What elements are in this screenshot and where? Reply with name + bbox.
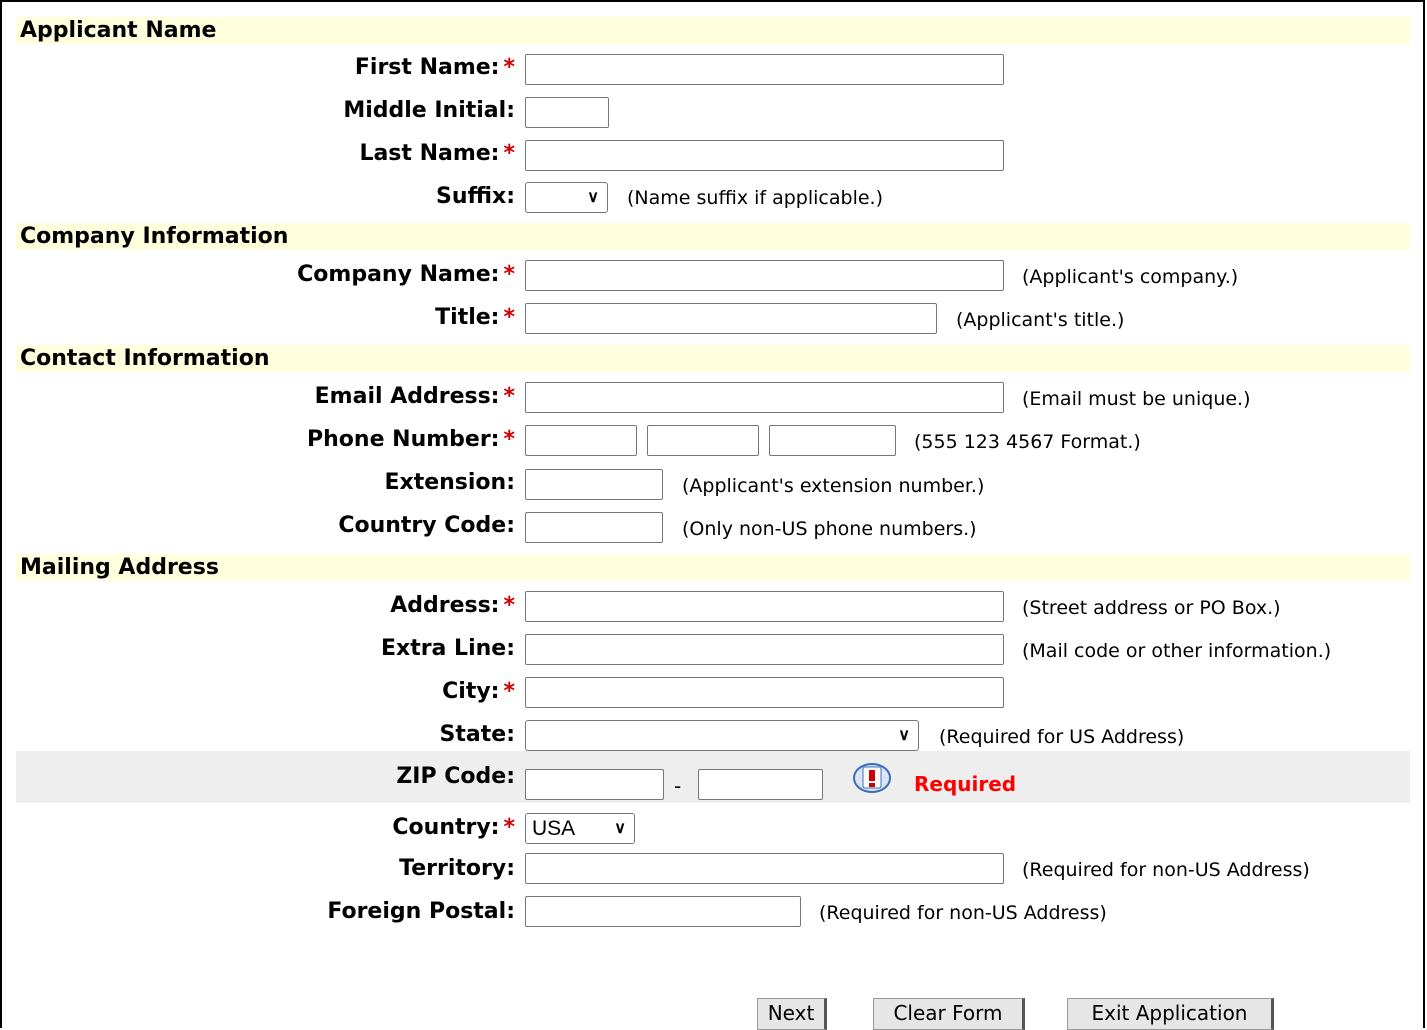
email-input[interactable]	[525, 382, 1004, 413]
section-applicant-name: Applicant Name	[16, 17, 1410, 44]
section-contact-information: Contact Information	[16, 345, 1410, 372]
first-name-input[interactable]	[525, 54, 1004, 85]
address-hint: (Street address or PO Box.)	[1022, 597, 1281, 619]
section-title: Company Information	[20, 224, 289, 249]
extension-hint: (Applicant's extension number.)	[682, 475, 985, 497]
extra-line-label: Extra Line:	[380, 636, 515, 661]
phone-line-number-input[interactable]	[769, 425, 896, 456]
territory-input[interactable]	[525, 853, 1004, 884]
country-select[interactable]: USA ∨	[525, 813, 635, 844]
state-label: State:	[439, 722, 515, 747]
middle-initial-input[interactable]	[525, 97, 609, 128]
chevron-down-icon: ∨	[587, 189, 599, 206]
required-marker: *	[503, 55, 515, 80]
zip-code-input[interactable]	[525, 769, 664, 800]
phone-area-code-input[interactable]	[525, 425, 637, 456]
title-label: Title: *	[435, 305, 515, 330]
country-code-hint: (Only non-US phone numbers.)	[682, 518, 977, 540]
suffix-select[interactable]: ∨	[525, 182, 608, 213]
section-title: Contact Information	[20, 346, 270, 371]
city-input[interactable]	[525, 677, 1004, 708]
required-marker: *	[503, 141, 515, 166]
zip-extension-input[interactable]	[698, 769, 823, 800]
extra-line-input[interactable]	[525, 634, 1004, 665]
foreign-postal-label: Foreign Postal:	[327, 899, 515, 924]
address-input[interactable]	[525, 591, 1004, 622]
required-marker: *	[503, 427, 515, 452]
country-code-label: Country Code:	[338, 513, 515, 538]
next-button[interactable]: Next	[757, 998, 827, 1030]
required-marker: *	[503, 593, 515, 618]
foreign-postal-input[interactable]	[525, 896, 801, 927]
middle-initial-label: Middle Initial:	[343, 98, 515, 123]
section-mailing-address: Mailing Address	[16, 554, 1410, 581]
section-title: Applicant Name	[20, 18, 217, 43]
exit-application-button[interactable]: Exit Application	[1067, 998, 1274, 1030]
country-code-input[interactable]	[525, 512, 663, 543]
company-name-input[interactable]	[525, 260, 1004, 291]
clear-form-button[interactable]: Clear Form	[873, 998, 1025, 1030]
territory-hint: (Required for non-US Address)	[1022, 859, 1310, 881]
email-hint: (Email must be unique.)	[1022, 388, 1251, 410]
extension-input[interactable]	[525, 469, 663, 500]
foreign-postal-hint: (Required for non-US Address)	[819, 902, 1107, 924]
extension-label: Extension:	[384, 470, 515, 495]
title-hint: (Applicant's title.)	[956, 309, 1125, 331]
required-marker: *	[503, 305, 515, 330]
zip-error-message: Required	[914, 772, 1017, 796]
chevron-down-icon: ∨	[614, 820, 626, 837]
last-name-label: Last Name: *	[359, 141, 515, 166]
suffix-label: Suffix:	[435, 184, 515, 209]
required-marker: *	[503, 384, 515, 409]
city-label: City: *	[442, 679, 515, 704]
required-marker: *	[503, 679, 515, 704]
section-title: Mailing Address	[20, 555, 219, 580]
title-input[interactable]	[525, 303, 937, 334]
zip-code-label: ZIP Code:	[396, 764, 515, 789]
required-marker: *	[503, 262, 515, 287]
address-label: Address: *	[390, 593, 515, 618]
company-name-hint: (Applicant's company.)	[1022, 266, 1239, 288]
zip-separator: -	[674, 774, 682, 798]
chevron-down-icon: ∨	[898, 727, 910, 744]
first-name-label: First Name: *	[354, 55, 515, 80]
state-select[interactable]: ∨	[525, 720, 919, 751]
state-hint: (Required for US Address)	[939, 726, 1185, 748]
email-label: Email Address: *	[314, 384, 515, 409]
territory-label: Territory:	[399, 856, 515, 881]
extra-line-hint: (Mail code or other information.)	[1022, 640, 1332, 662]
phone-hint: (555 123 4567 Format.)	[914, 431, 1141, 453]
phone-prefix-input[interactable]	[647, 425, 759, 456]
suffix-hint: (Name suffix if applicable.)	[627, 187, 883, 209]
company-name-label: Company Name: *	[297, 262, 515, 287]
last-name-input[interactable]	[525, 140, 1004, 171]
country-label: Country: *	[392, 815, 515, 840]
warning-icon	[853, 763, 891, 793]
required-marker: *	[503, 815, 515, 840]
section-company-information: Company Information	[16, 223, 1410, 250]
phone-number-label: Phone Number: *	[307, 427, 515, 452]
